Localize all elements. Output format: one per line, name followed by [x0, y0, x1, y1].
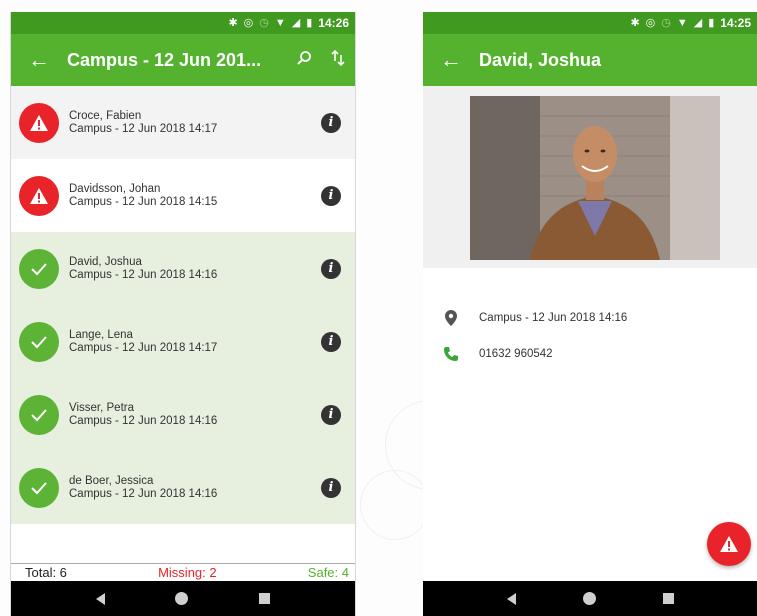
status-time: 14:25 — [720, 16, 751, 30]
missing-count: Missing: 2 — [158, 565, 217, 580]
list-item[interactable]: Visser, Petra Campus - 12 Jun 2018 14:16… — [11, 378, 355, 451]
total-count: Total: 6 — [25, 565, 67, 580]
page-title: Campus - 12 Jun 201... — [67, 49, 262, 70]
hotspot-icon: ◎ — [243, 16, 254, 29]
person-checkin: Campus - 12 Jun 2018 14:17 — [69, 122, 218, 135]
system-nav-bar — [423, 581, 757, 616]
person-checkin: Campus - 12 Jun 2018 14:17 — [69, 341, 218, 354]
signal-icon: ◢ — [693, 16, 703, 29]
list-item[interactable]: de Boer, Jessica Campus - 12 Jun 2018 14… — [11, 451, 355, 524]
list-item[interactable]: Croce, Fabien Campus - 12 Jun 2018 14:17… — [11, 86, 355, 159]
check-icon — [19, 394, 59, 435]
bluetooth-icon: ✱ — [630, 16, 640, 29]
system-nav-bar — [11, 581, 355, 616]
person-name: David, Joshua — [69, 255, 142, 268]
list-item[interactable]: Davidsson, Johan Campus - 12 Jun 2018 14… — [11, 159, 355, 232]
check-icon — [19, 467, 59, 508]
person-name: Davidsson, Johan — [69, 182, 161, 195]
alarm-icon: ◷ — [259, 16, 269, 29]
sort-button[interactable] — [321, 49, 355, 72]
info-icon[interactable]: i — [321, 258, 341, 279]
app-bar: ← Campus - 12 Jun 201... — [11, 34, 355, 86]
left-phone-screen: ✱ ◎ ◷ ▼ ◢ ▮ 14:26 ← Campus - 12 Jun 201.… — [10, 12, 356, 616]
phone-number[interactable]: 01632 960542 — [479, 348, 553, 360]
check-icon — [19, 321, 59, 362]
nav-home-icon[interactable] — [175, 592, 189, 605]
status-time: 14:26 — [318, 16, 349, 30]
person-name: de Boer, Jessica — [69, 474, 154, 487]
right-phone-screen: ✱ ◎ ◷ ▼ ◢ ▮ 14:25 ← David, Joshua Campus… — [423, 12, 757, 616]
info-icon[interactable]: i — [321, 404, 341, 425]
location-pin-icon — [445, 310, 457, 326]
arrow-left-icon: ← — [440, 47, 462, 72]
status-bar: ✱ ◎ ◷ ▼ ◢ ▮ 14:25 — [423, 12, 757, 34]
arrow-left-icon: ← — [28, 47, 50, 72]
search-button[interactable] — [287, 50, 321, 71]
person-checkin: Campus - 12 Jun 2018 14:15 — [69, 195, 218, 208]
info-icon[interactable]: i — [321, 477, 341, 498]
phone-icon — [444, 347, 458, 361]
info-icon[interactable]: i — [321, 331, 341, 352]
bluetooth-icon: ✱ — [228, 16, 238, 29]
alert-fab-button[interactable] — [707, 522, 751, 566]
nav-back-icon[interactable] — [96, 592, 106, 605]
search-icon — [297, 50, 311, 65]
back-button[interactable]: ← — [423, 47, 479, 73]
nav-recents-icon[interactable] — [258, 593, 270, 604]
back-button[interactable]: ← — [11, 47, 67, 73]
profile-photo-band — [423, 86, 757, 268]
app-bar: ← David, Joshua — [423, 34, 757, 86]
sort-icon — [331, 49, 345, 66]
person-name: Lange, Lena — [69, 328, 133, 341]
location-row: Campus - 12 Jun 2018 14:16 — [423, 310, 757, 326]
person-name: Visser, Petra — [69, 401, 134, 414]
signal-icon: ◢ — [291, 16, 301, 29]
person-checkin: Campus - 12 Jun 2018 14:16 — [69, 414, 218, 427]
hotspot-icon: ◎ — [645, 16, 656, 29]
status-bar: ✱ ◎ ◷ ▼ ◢ ▮ 14:26 — [11, 12, 355, 34]
list-item[interactable]: David, Joshua Campus - 12 Jun 2018 14:16… — [11, 232, 355, 305]
alarm-icon: ◷ — [661, 16, 671, 29]
person-name: Croce, Fabien — [69, 109, 142, 122]
summary-footer: Total: 6 Missing: 2 Safe: 4 — [11, 563, 355, 581]
page-title: David, Joshua — [479, 49, 602, 70]
nav-back-icon[interactable] — [506, 592, 516, 605]
location-text: Campus - 12 Jun 2018 14:16 — [479, 312, 628, 324]
list-item[interactable]: Lange, Lena Campus - 12 Jun 2018 14:17 i — [11, 305, 355, 378]
info-icon[interactable]: i — [321, 185, 341, 206]
nav-recents-icon[interactable] — [662, 593, 674, 604]
safe-count: Safe: 4 — [307, 565, 349, 580]
wifi-icon: ▼ — [676, 16, 688, 29]
phone-row[interactable]: 01632 960542 — [423, 346, 757, 362]
warning-icon — [720, 536, 738, 552]
info-icon[interactable]: i — [321, 112, 341, 133]
check-icon — [19, 248, 59, 289]
nav-home-icon[interactable] — [582, 592, 596, 605]
person-checkin: Campus - 12 Jun 2018 14:16 — [69, 268, 218, 281]
profile-photo — [470, 96, 720, 260]
screenshot-stage: ✱ ◎ ◷ ▼ ◢ ▮ 14:26 ← Campus - 12 Jun 201.… — [0, 0, 757, 616]
warning-icon — [19, 175, 59, 216]
person-checkin: Campus - 12 Jun 2018 14:16 — [69, 487, 218, 500]
background-decoration — [360, 470, 430, 540]
people-list: Croce, Fabien Campus - 12 Jun 2018 14:17… — [11, 86, 355, 524]
warning-icon — [19, 102, 59, 143]
battery-icon: ▮ — [306, 16, 313, 29]
wifi-icon: ▼ — [274, 16, 286, 29]
battery-icon: ▮ — [708, 16, 715, 29]
